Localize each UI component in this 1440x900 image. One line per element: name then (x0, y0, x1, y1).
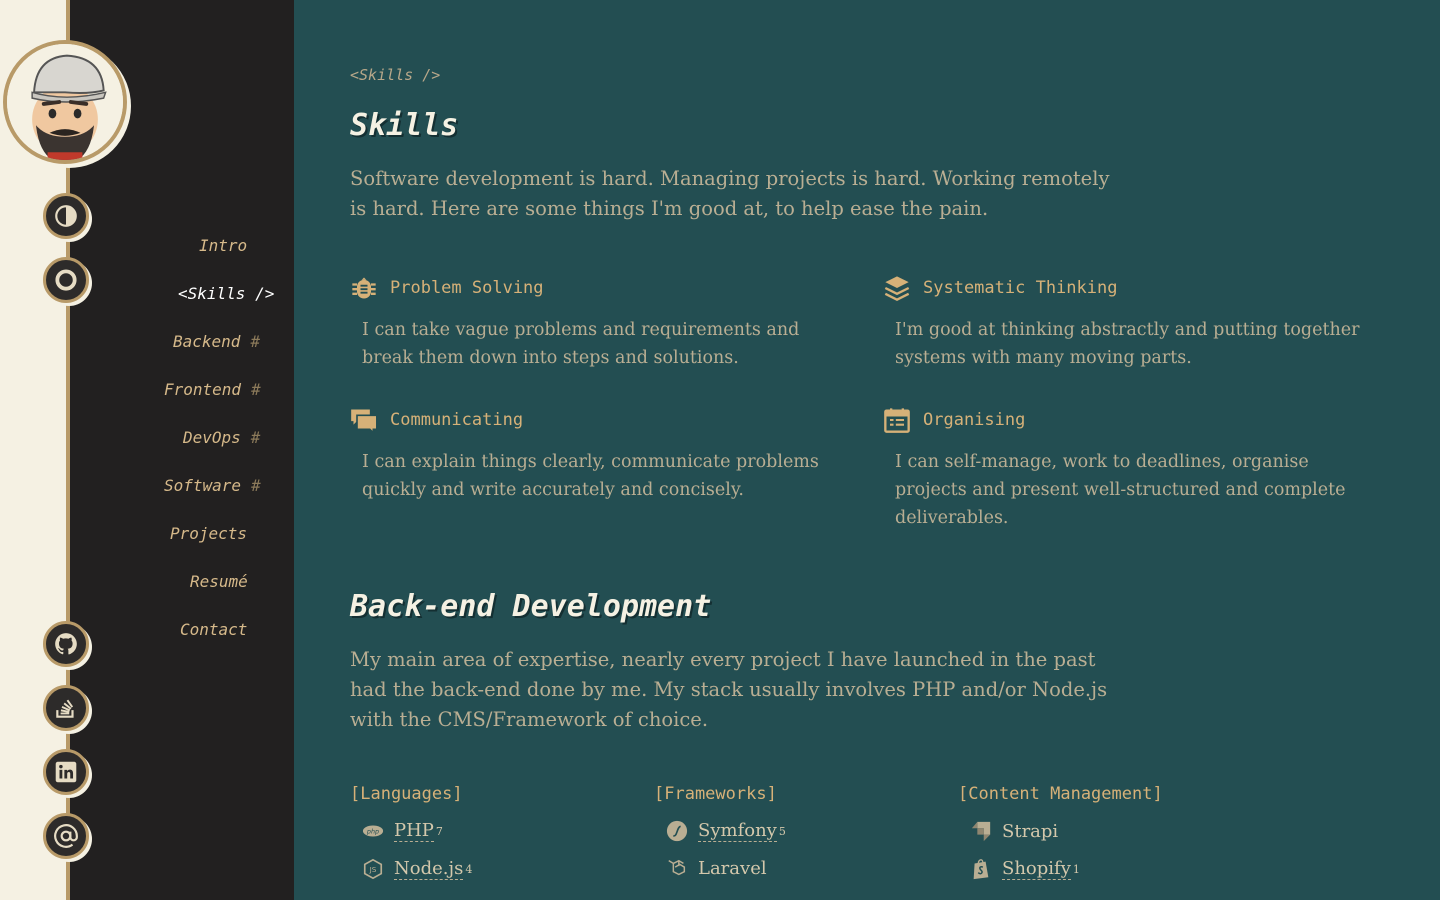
skill-title-organising: Organising (883, 406, 1025, 434)
page-title: Skills (350, 108, 459, 143)
category-frameworks: [Frameworks] (654, 784, 777, 804)
email-link[interactable] (43, 813, 89, 859)
layers-icon (884, 276, 910, 301)
tech-nodejs[interactable]: JS Node.js 4 (362, 858, 472, 880)
nav-item-projects[interactable]: Projects (170, 524, 247, 543)
nav-hash: # (250, 428, 261, 447)
shopify-icon (973, 859, 989, 880)
bug-icon (352, 277, 376, 299)
circle-icon (55, 269, 77, 291)
laravel-icon (668, 859, 686, 876)
svg-text:JS: JS (369, 865, 377, 874)
skill-desc-communicating: I can explain things clearly, communicat… (362, 452, 819, 500)
skill-desc-systematic-thinking: I'm good at thinking abstractly and putt… (895, 320, 1360, 368)
svg-text:php: php (366, 827, 379, 835)
mode-toggle-button[interactable] (43, 257, 89, 303)
avatar-illustration (7, 44, 123, 160)
tech-php[interactable]: php PHP 7 (362, 820, 443, 842)
nav-hash: # (251, 380, 261, 399)
nodejs-icon: JS (363, 858, 383, 880)
tech-strapi[interactable]: Strapi (970, 820, 1060, 842)
backend-title: Back-end Development (350, 589, 712, 624)
github-link[interactable] (43, 621, 89, 667)
nav-item-resume[interactable]: Resumé (190, 572, 248, 591)
contrast-icon (55, 205, 77, 227)
github-icon (55, 633, 77, 655)
tech-laravel[interactable]: Laravel (666, 857, 769, 879)
skill-title-communicating: Communicating (350, 406, 523, 434)
nav-item-software[interactable]: Software # (164, 476, 261, 495)
skill-desc-organising: I can self-manage, work to deadlines, or… (895, 452, 1346, 528)
category-languages: [Languages] (350, 784, 463, 804)
avatar[interactable] (3, 40, 127, 164)
nav-item-intro[interactable]: Intro (199, 236, 247, 255)
linkedin-link[interactable] (43, 749, 89, 795)
tech-symfony[interactable]: Symfony 5 (666, 820, 786, 842)
stackoverflow-icon (56, 699, 74, 718)
skill-title-systematic-thinking: Systematic Thinking (883, 274, 1117, 302)
nav-item-devops[interactable]: DevOps # (183, 428, 260, 447)
backend-intro: My main area of expertise, nearly every … (350, 648, 1108, 731)
strapi-icon (971, 821, 991, 842)
skill-desc-problem-solving: I can take vague problems and requiremen… (362, 320, 800, 368)
theme-toggle-button[interactable] (43, 193, 89, 239)
nav-hash: # (250, 332, 261, 351)
at-sign-icon (54, 824, 78, 848)
php-icon: php (362, 825, 384, 837)
main-content: <Skills /> Skills Software development i… (294, 0, 1440, 900)
calendar-icon (884, 408, 910, 433)
nav-item-skills[interactable]: <Skills /> (178, 284, 274, 303)
linkedin-icon (55, 761, 77, 783)
chat-icon (351, 409, 378, 434)
skill-title-problem-solving: Problem Solving (350, 274, 544, 302)
nav-item-frontend[interactable]: Frontend # (164, 380, 261, 399)
nav-hash: # (251, 476, 261, 495)
breadcrumb: <Skills /> (350, 66, 441, 84)
nav-item-contact[interactable]: Contact (180, 620, 247, 639)
category-content-management: [Content Management] (958, 784, 1163, 804)
nav-item-backend[interactable]: Backend # (173, 332, 260, 351)
tech-shopify[interactable]: Shopify 1 (970, 858, 1080, 880)
skills-intro: Software development is hard. Managing p… (350, 167, 1110, 220)
symfony-icon (666, 820, 688, 842)
stackoverflow-link[interactable] (43, 685, 89, 731)
